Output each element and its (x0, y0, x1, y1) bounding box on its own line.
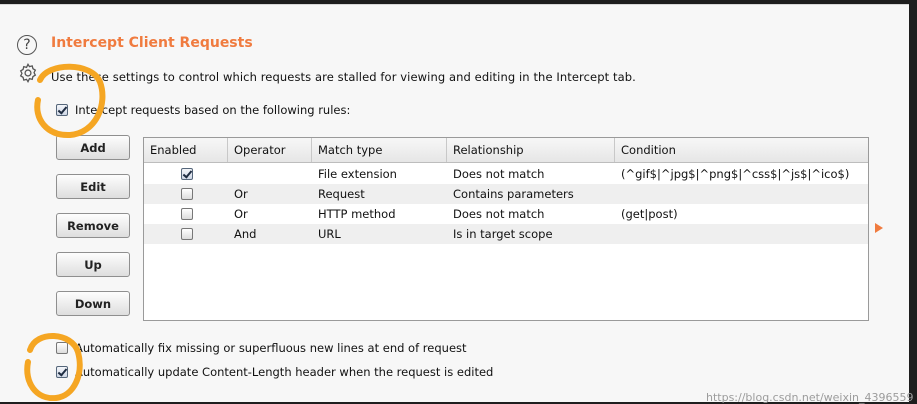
row-relationship: Contains parameters (453, 187, 574, 201)
down-button[interactable]: Down (56, 291, 130, 316)
column-header-relationship[interactable]: Relationship (447, 138, 615, 162)
row-enabled-checkbox[interactable] (181, 168, 193, 180)
table-row[interactable]: And URL Is in target scope (144, 224, 868, 244)
row-enabled-checkbox[interactable] (181, 188, 193, 200)
table-row[interactable]: File extension Does not match (^gif$|^jp… (144, 164, 868, 184)
row-relationship: Does not match (453, 207, 545, 221)
row-condition: (get|post) (621, 207, 678, 221)
row-match-type: HTTP method (318, 207, 396, 221)
row-relationship: Is in target scope (453, 227, 553, 241)
column-header-match-type[interactable]: Match type (312, 138, 447, 162)
fix-newlines-checkbox[interactable] (56, 342, 68, 354)
row-match-type: Request (318, 187, 365, 201)
update-content-length-checkbox[interactable] (56, 366, 68, 378)
row-relationship: Does not match (453, 167, 545, 181)
section-description: Use these settings to control which requ… (51, 70, 636, 84)
row-enabled-checkbox[interactable] (181, 228, 193, 240)
row-match-type: File extension (318, 167, 397, 181)
arrow-right-icon[interactable] (875, 223, 883, 233)
table-row[interactable]: Or Request Contains parameters (144, 184, 868, 204)
table-header: Enabled Operator Match type Relationship… (144, 138, 868, 163)
rules-table: Enabled Operator Match type Relationship… (143, 137, 869, 321)
row-condition: (^gif$|^jpg$|^png$|^css$|^js$|^ico$) (621, 167, 850, 181)
fix-newlines-label: Automatically fix missing or superfluous… (75, 341, 467, 355)
row-enabled-checkbox[interactable] (181, 208, 193, 220)
row-operator: Or (234, 207, 248, 221)
update-content-length-label: Automatically update Content-Length head… (75, 365, 494, 379)
settings-panel: ? Intercept Client Requests Use these se… (0, 4, 914, 404)
column-header-condition[interactable]: Condition (615, 138, 868, 162)
up-button[interactable]: Up (56, 252, 130, 277)
add-button[interactable]: Add (56, 135, 130, 160)
column-header-operator[interactable]: Operator (228, 138, 312, 162)
intercept-rules-label: Intercept requests based on the followin… (75, 103, 351, 117)
row-match-type: URL (318, 227, 341, 241)
remove-button[interactable]: Remove (56, 213, 130, 238)
section-title: Intercept Client Requests (51, 35, 253, 51)
gear-icon[interactable] (17, 62, 39, 84)
row-operator: And (234, 227, 257, 241)
watermark: https://blog.csdn.net/weixin_4396559 (706, 391, 914, 404)
edit-button[interactable]: Edit (56, 174, 130, 199)
table-row[interactable]: Or HTTP method Does not match (get|post) (144, 204, 868, 224)
help-icon[interactable]: ? (17, 35, 37, 55)
column-header-enabled[interactable]: Enabled (144, 138, 228, 162)
intercept-rules-checkbox[interactable] (56, 104, 68, 116)
row-operator: Or (234, 187, 248, 201)
